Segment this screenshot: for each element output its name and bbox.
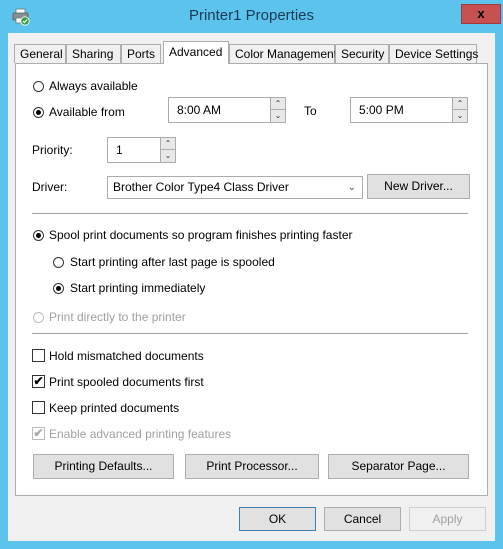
tab-security[interactable]: Security [335, 44, 389, 63]
priority-label: Priority: [32, 143, 73, 157]
print-spooled-first-checkbox[interactable]: ✔ [32, 375, 45, 388]
driver-label: Driver: [32, 180, 68, 194]
print-spooled-first-label: Print spooled documents first [49, 375, 204, 389]
from-time-spinner[interactable]: ⌃ ⌄ [270, 97, 286, 123]
print-directly-label: Print directly to the printer [49, 310, 186, 324]
separator [32, 213, 468, 214]
hold-mismatched-checkbox[interactable] [32, 349, 45, 362]
chevron-up-icon[interactable]: ⌃ [271, 98, 285, 110]
print-directly-radio[interactable] [33, 312, 44, 323]
from-time-input[interactable]: 8:00 AM [168, 97, 272, 123]
printing-defaults-button[interactable]: Printing Defaults... [33, 454, 174, 479]
priority-spinner[interactable]: ⌃ ⌄ [160, 137, 176, 163]
checkmark-icon: ✔ [33, 374, 44, 388]
checkmark-icon: ✔ [33, 426, 44, 440]
driver-selected-value: Brother Color Type4 Class Driver [113, 180, 289, 194]
separator [32, 333, 468, 334]
tab-ports[interactable]: Ports [121, 44, 161, 63]
print-processor-button[interactable]: Print Processor... [185, 454, 319, 479]
tab-general[interactable]: General [14, 44, 66, 63]
chevron-up-icon[interactable]: ⌃ [161, 138, 175, 150]
tab-sharing[interactable]: Sharing [66, 44, 121, 63]
separator-page-button[interactable]: Separator Page... [328, 454, 469, 479]
start-immediately-label: Start printing immediately [70, 281, 206, 295]
tab-device-settings[interactable]: Device Settings [389, 44, 478, 63]
available-from-radio[interactable] [33, 107, 44, 118]
cancel-button[interactable]: Cancel [324, 507, 401, 531]
close-icon: x [477, 6, 485, 21]
start-after-last-page-label: Start printing after last page is spoole… [70, 255, 275, 269]
chevron-down-icon: ⌄ [347, 182, 356, 193]
apply-button[interactable]: Apply [409, 507, 486, 531]
chevron-down-icon[interactable]: ⌄ [453, 110, 467, 122]
spool-radio[interactable] [33, 230, 44, 241]
keep-printed-checkbox[interactable] [32, 401, 45, 414]
to-time-spinner[interactable]: ⌃ ⌄ [452, 97, 468, 123]
window-title: Printer1 Properties [188, 7, 315, 24]
to-time-input[interactable]: 5:00 PM [350, 97, 454, 123]
tab-color-management[interactable]: Color Management [229, 44, 337, 63]
ok-button[interactable]: OK [239, 507, 316, 531]
always-available-radio[interactable] [33, 81, 44, 92]
title-bar: Printer1 Properties x [0, 0, 503, 33]
spool-label: Spool print documents so program finishe… [49, 228, 353, 242]
keep-printed-label: Keep printed documents [49, 401, 180, 415]
start-immediately-radio[interactable] [53, 283, 64, 294]
chevron-down-icon[interactable]: ⌄ [161, 150, 175, 162]
enable-advanced-features-label: Enable advanced printing features [49, 427, 232, 441]
driver-select[interactable]: Brother Color Type4 Class Driver ⌄ [107, 176, 363, 199]
priority-input[interactable]: 1 [107, 137, 162, 163]
to-label: To [304, 104, 317, 118]
tab-advanced[interactable]: Advanced [163, 41, 229, 64]
always-available-label: Always available [49, 79, 138, 93]
chevron-up-icon[interactable]: ⌃ [453, 98, 467, 110]
available-from-label: Available from [49, 105, 125, 119]
hold-mismatched-label: Hold mismatched documents [49, 349, 204, 363]
new-driver-button[interactable]: New Driver... [367, 174, 470, 199]
start-after-last-page-radio[interactable] [53, 257, 64, 268]
chevron-down-icon[interactable]: ⌄ [271, 110, 285, 122]
enable-advanced-features-checkbox[interactable]: ✔ [32, 427, 45, 440]
close-button[interactable]: x [461, 4, 501, 24]
